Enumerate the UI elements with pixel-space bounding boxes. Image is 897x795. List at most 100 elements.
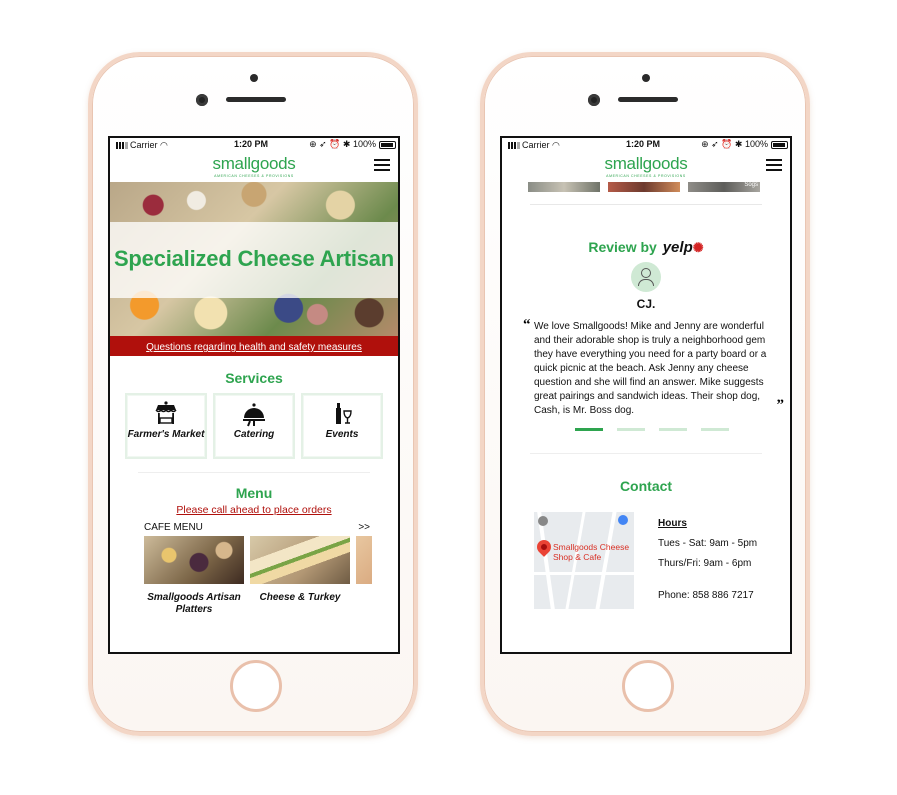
yelp-logo[interactable]: yelp✺ [663, 239, 704, 256]
review-text: We love Smallgoods! Mike and Jenny are w… [534, 321, 767, 416]
review-heading: Review by yelp✺ [502, 239, 790, 256]
menu-item-label: Cheese & Turkey [259, 592, 341, 603]
hero-banner: Specialized Cheese Artisan [110, 182, 398, 336]
gallery-photo[interactable] [528, 182, 600, 192]
status-bar: Carrier ◠ 1:20 PM ⊕ ➶ ⏰ ✱ 100% [502, 138, 790, 152]
hours-block: Hours Tues - Sat: 9am - 5pm Thurs/Fri: 9… [658, 514, 757, 606]
carousel-dot-2[interactable] [617, 428, 645, 431]
user-icon [641, 268, 651, 278]
signal-icon [508, 142, 520, 149]
app-header: smallgoods AMERICAN CHEESES & PROVISIONS [110, 152, 398, 182]
photo-strip: Sogs [528, 182, 760, 192]
service-label: Farmer's Market [127, 429, 205, 440]
cloche-icon [243, 403, 265, 427]
call-ahead-link[interactable]: Please call ahead to place orders [110, 504, 398, 516]
market-stand-icon [155, 401, 177, 424]
map-marker-icon [538, 516, 548, 526]
reviewer-name: CJ. [636, 297, 656, 311]
home-button[interactable] [230, 660, 282, 712]
hours-title: Hours [658, 518, 687, 529]
screen-reviews-contact: Carrier ◠ 1:20 PM ⊕ ➶ ⏰ ✱ 100% smallgood… [500, 136, 792, 654]
carrier-label: Carrier ◠ [508, 140, 560, 151]
hamburger-menu-icon[interactable] [374, 159, 390, 171]
photo-caption: Sogs [744, 182, 758, 188]
front-camera [588, 94, 600, 106]
menu-item-cheese-turkey[interactable]: Cheese & Turkey [250, 536, 350, 604]
hamburger-menu-icon[interactable] [766, 159, 782, 171]
menu-item-image [356, 536, 372, 584]
map-marker-icon [618, 515, 628, 525]
app-header: smallgoods AMERICAN CHEESES & PROVISIONS [502, 152, 790, 182]
carousel-dot-4[interactable] [701, 428, 729, 431]
phone-number[interactable]: Phone: 858 886 7217 [658, 586, 757, 606]
proximity-sensor [642, 74, 650, 82]
home-button[interactable] [622, 660, 674, 712]
location-pin-icon [534, 537, 554, 557]
section-divider [530, 453, 762, 454]
gallery-photo[interactable] [608, 182, 680, 192]
contact-heading: Contact [619, 478, 673, 494]
status-indicators: ⊕ ➶ ⏰ ✱ 100% [701, 139, 768, 149]
hero-title: Specialized Cheese Artisan [113, 246, 395, 271]
service-events[interactable]: Events [301, 393, 383, 459]
menu-category-row: CAFE MENU >> [144, 522, 370, 536]
status-bar: Carrier ◠ 1:20 PM ⊕ ➶ ⏰ ✱ 100% [110, 138, 398, 152]
wifi-icon: ◠ [552, 140, 560, 150]
location-map[interactable]: Smallgoods Cheese Shop & Cafe [534, 512, 634, 609]
menu-next-button[interactable]: >> [358, 522, 370, 533]
brand-logo[interactable]: smallgoods AMERICAN CHEESES & PROVISIONS [502, 154, 790, 178]
review-quote: “ We love Smallgoods! Mike and Jenny are… [523, 317, 784, 418]
yelp-burst-icon: ✺ [692, 240, 704, 255]
service-label: Events [325, 429, 359, 440]
carousel-dot-1[interactable] [575, 428, 603, 431]
service-catering[interactable]: Catering [213, 393, 295, 459]
menu-item-partial[interactable]: C [356, 536, 372, 604]
signal-icon [116, 142, 128, 149]
status-indicators: ⊕ ➶ ⏰ ✱ 100% [309, 139, 376, 149]
screen-home: Carrier ◠ 1:20 PM ⊕ ➶ ⏰ ✱ 100% smallgood… [108, 136, 400, 654]
service-label: Catering [233, 429, 275, 440]
brand-logo[interactable]: smallgoods AMERICAN CHEESES & PROVISIONS [110, 154, 398, 178]
section-divider [530, 204, 762, 205]
status-time: 1:20 PM [626, 139, 661, 149]
status-time: 1:20 PM [234, 139, 269, 149]
menu-item-image [250, 536, 350, 584]
reviewer-avatar [631, 262, 661, 292]
menu-item-label: Smallgoods Artisan Platters [147, 592, 241, 615]
wifi-icon: ◠ [160, 140, 168, 150]
carousel-dot-3[interactable] [659, 428, 687, 431]
user-icon-body [638, 279, 654, 286]
battery-icon [379, 141, 396, 149]
front-camera [196, 94, 208, 106]
mockup-stage: Carrier ◠ 1:20 PM ⊕ ➶ ⏰ ✱ 100% smallgood… [0, 0, 897, 795]
hours-line: Tues - Sat: 9am - 5pm [658, 538, 758, 549]
menu-item-label: C [356, 592, 372, 604]
battery-icon [771, 141, 788, 149]
phone-frame-right: Carrier ◠ 1:20 PM ⊕ ➶ ⏰ ✱ 100% smallgood… [480, 52, 810, 736]
earpiece-speaker [226, 97, 286, 102]
menu-item-image [144, 536, 244, 584]
contact-section: Smallgoods Cheese Shop & Cafe Hours Tues… [534, 512, 790, 612]
gallery-photo[interactable]: Sogs [688, 182, 760, 192]
open-quote-icon: “ [523, 317, 531, 333]
section-divider [138, 472, 370, 473]
phone-frame-left: Carrier ◠ 1:20 PM ⊕ ➶ ⏰ ✱ 100% smallgood… [88, 52, 418, 736]
menu-item-platters[interactable]: Smallgoods Artisan Platters [144, 536, 244, 616]
map-place-label: Smallgoods Cheese Shop & Cafe [553, 542, 630, 562]
safety-link[interactable]: Questions regarding health and safety me… [146, 342, 362, 353]
services-list: Farmer's Market Catering Events [110, 393, 398, 459]
carousel-indicators [502, 428, 790, 431]
hours-line: Thurs/Fri: 9am - 6pm [658, 558, 752, 569]
menu-category-label: CAFE MENU [144, 522, 203, 533]
wine-glass-icon [336, 403, 352, 424]
service-farmers-market[interactable]: Farmer's Market [125, 393, 207, 459]
earpiece-speaker [618, 97, 678, 102]
proximity-sensor [250, 74, 258, 82]
carrier-label: Carrier ◠ [116, 140, 168, 151]
menu-heading: Menu [235, 485, 273, 501]
close-quote-icon: ” [776, 397, 785, 413]
menu-carousel: Smallgoods Artisan Platters Cheese & Tur… [144, 536, 372, 626]
safety-notice-bar: Questions regarding health and safety me… [110, 336, 398, 356]
review-title: Review by [588, 239, 657, 255]
services-heading: Services [225, 370, 283, 386]
